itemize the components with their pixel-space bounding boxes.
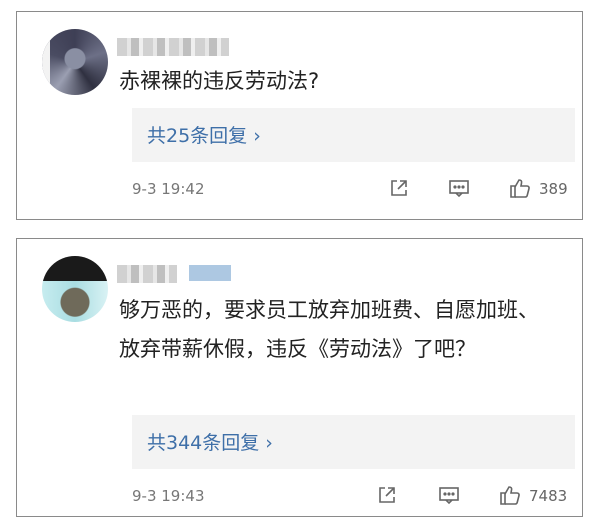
comment-card: 赤裸裸的违反劳动法? 共25条回复 › 9-3 19:42 389	[16, 11, 583, 220]
comment-icon	[439, 487, 459, 505]
like-button[interactable]: 389	[509, 177, 568, 203]
user-badge	[189, 265, 231, 281]
username-blurred[interactable]	[117, 38, 229, 56]
comment-text: 赤裸裸的违反劳动法?	[119, 69, 320, 93]
replies-link[interactable]: 共25条回复 ›	[132, 108, 575, 162]
replies-label: 共344条回复 ›	[147, 432, 273, 454]
comment-icon	[449, 180, 469, 198]
comment-card: 够万恶的，要求员工放弃加班费、自愿加班、放弃带薪休假，违反《劳动法》了吧？ 共3…	[16, 238, 583, 517]
comment-text: 够万恶的，要求员工放弃加班费、自愿加班、放弃带薪休假，违反《劳动法》了吧？	[119, 298, 539, 361]
replies-label: 共25条回复 ›	[147, 125, 261, 147]
replies-link[interactable]: 共344条回复 ›	[132, 415, 575, 469]
timestamp: 9-3 19:42	[132, 180, 205, 198]
share-icon	[379, 487, 395, 503]
share-button[interactable]	[388, 177, 410, 203]
avatar[interactable]	[42, 256, 108, 322]
username-blurred[interactable]	[117, 265, 177, 283]
like-count: 389	[539, 180, 568, 198]
like-button[interactable]: 7483	[499, 484, 567, 510]
timestamp: 9-3 19:43	[132, 487, 205, 505]
share-button[interactable]	[376, 484, 398, 510]
comment-button[interactable]	[438, 484, 460, 510]
like-count: 7483	[529, 487, 568, 505]
comment-button[interactable]	[448, 177, 470, 203]
share-icon	[391, 180, 407, 196]
avatar[interactable]	[42, 29, 108, 95]
thumbs-up-icon	[500, 486, 520, 505]
thumbs-up-icon	[510, 179, 530, 198]
